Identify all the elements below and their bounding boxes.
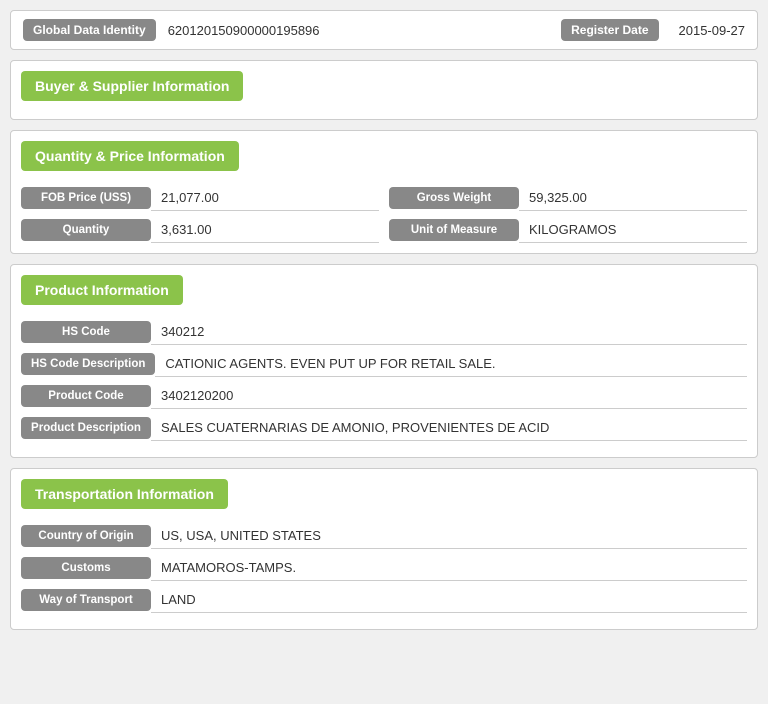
hs-desc-value: CATIONIC AGENTS. EVEN PUT UP FOR RETAIL …	[155, 351, 747, 377]
country-label: Country of Origin	[21, 525, 151, 547]
product-code-row: Product Code 3402120200	[21, 383, 747, 409]
register-date-value: 2015-09-27	[679, 23, 746, 38]
hs-code-label: HS Code	[21, 321, 151, 343]
global-identity-value: 620120150900000195896	[168, 23, 549, 38]
quantity-unit-row: Quantity 3,631.00 Unit of Measure KILOGR…	[21, 217, 747, 243]
quantity-field: Quantity 3,631.00	[21, 217, 379, 243]
page-container: Global Data Identity 6201201509000001958…	[10, 10, 758, 630]
hs-desc-row: HS Code Description CATIONIC AGENTS. EVE…	[21, 351, 747, 377]
unit-value: KILOGRAMOS	[519, 217, 747, 243]
product-code-value: 3402120200	[151, 383, 747, 409]
product-section: Product Information HS Code 340212 HS Co…	[10, 264, 758, 458]
product-header: Product Information	[21, 275, 183, 305]
fob-label: FOB Price (USS)	[21, 187, 151, 209]
unit-label: Unit of Measure	[389, 219, 519, 241]
fob-value: 21,077.00	[151, 185, 379, 211]
transportation-section: Transportation Information Country of Or…	[10, 468, 758, 630]
gross-value: 59,325.00	[519, 185, 747, 211]
quantity-value: 3,631.00	[151, 217, 379, 243]
hs-desc-label: HS Code Description	[21, 353, 155, 375]
register-date-label: Register Date	[561, 19, 658, 41]
global-section: Global Data Identity 6201201509000001958…	[10, 10, 758, 50]
quantity-price-header: Quantity & Price Information	[21, 141, 239, 171]
transportation-header: Transportation Information	[21, 479, 228, 509]
way-row: Way of Transport LAND	[21, 587, 747, 613]
customs-label: Customs	[21, 557, 151, 579]
global-identity-label: Global Data Identity	[23, 19, 156, 41]
country-value: US, USA, UNITED STATES	[151, 523, 747, 549]
country-row: Country of Origin US, USA, UNITED STATES	[21, 523, 747, 549]
fob-field: FOB Price (USS) 21,077.00	[21, 185, 379, 211]
transportation-fields: Country of Origin US, USA, UNITED STATES…	[11, 517, 757, 629]
product-code-label: Product Code	[21, 385, 151, 407]
way-value: LAND	[151, 587, 747, 613]
buyer-supplier-header: Buyer & Supplier Information	[21, 71, 243, 101]
buyer-supplier-section: Buyer & Supplier Information	[10, 60, 758, 120]
quantity-price-fields: FOB Price (USS) 21,077.00 Gross Weight 5…	[11, 179, 757, 253]
gross-label: Gross Weight	[389, 187, 519, 209]
customs-value: MATAMOROS-TAMPS.	[151, 555, 747, 581]
product-fields: HS Code 340212 HS Code Description CATIO…	[11, 313, 757, 457]
hs-code-row: HS Code 340212	[21, 319, 747, 345]
unit-field: Unit of Measure KILOGRAMOS	[389, 217, 747, 243]
customs-row: Customs MATAMOROS-TAMPS.	[21, 555, 747, 581]
product-desc-row: Product Description SALES CUATERNARIAS D…	[21, 415, 747, 441]
fob-gross-row: FOB Price (USS) 21,077.00 Gross Weight 5…	[21, 185, 747, 211]
quantity-label: Quantity	[21, 219, 151, 241]
gross-field: Gross Weight 59,325.00	[389, 185, 747, 211]
product-desc-value: SALES CUATERNARIAS DE AMONIO, PROVENIENT…	[151, 415, 747, 441]
way-label: Way of Transport	[21, 589, 151, 611]
hs-code-value: 340212	[151, 319, 747, 345]
quantity-price-section: Quantity & Price Information FOB Price (…	[10, 130, 758, 254]
product-desc-label: Product Description	[21, 417, 151, 439]
